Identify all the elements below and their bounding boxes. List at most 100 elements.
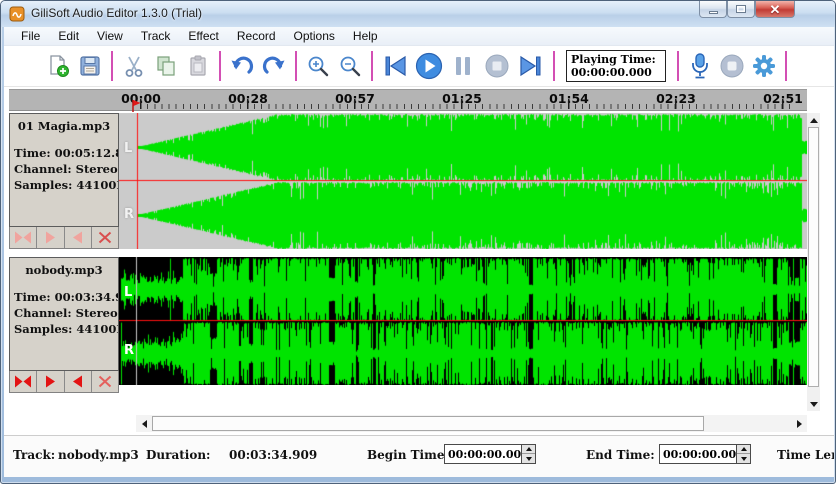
end-time-decrement-button[interactable]: [737, 454, 750, 463]
spinner-down-icon: [526, 457, 532, 461]
settings-button[interactable]: [748, 49, 780, 83]
spinner-up-icon: [741, 447, 747, 451]
save-icon: [78, 54, 102, 78]
arrow-left-icon: [142, 420, 147, 428]
spinner-up-icon: [526, 447, 532, 451]
menu-view[interactable]: View: [88, 27, 132, 46]
track2-left-channel-label: L: [124, 285, 140, 300]
redo-button[interactable]: [258, 49, 290, 83]
menu-bar: File Edit View Track Effect Record Optio…: [4, 27, 834, 46]
left-triangle-icon: [71, 231, 85, 244]
scroll-left-button[interactable]: [136, 415, 152, 432]
track2-buttons: [9, 371, 119, 393]
record-microphone-button[interactable]: [684, 49, 716, 83]
toolbar-separator: [219, 51, 221, 81]
horizontal-scrollbar[interactable]: [136, 415, 807, 432]
track1-back-button[interactable]: [65, 227, 92, 248]
track1-delete-button[interactable]: [92, 227, 118, 248]
menu-record[interactable]: Record: [228, 27, 285, 46]
right-triangle-icon: [43, 231, 57, 244]
paste-button[interactable]: [182, 49, 214, 83]
skip-to-end-button[interactable]: [514, 49, 548, 83]
skip-to-end-icon: [517, 53, 545, 79]
close-button[interactable]: ✕: [755, 1, 795, 18]
zoom-out-button[interactable]: [334, 49, 366, 83]
begin-time-input[interactable]: [445, 445, 521, 463]
undo-button[interactable]: [226, 49, 258, 83]
menu-effect[interactable]: Effect: [179, 27, 227, 46]
toolbar-separator: [553, 51, 555, 81]
pause-button[interactable]: [446, 49, 480, 83]
timeline-ruler[interactable]: 00:00 00:28 00:57 01:25 01:54 02:23 02:5…: [9, 89, 807, 111]
track2-waveform[interactable]: [119, 257, 807, 385]
begin-time-decrement-button[interactable]: [522, 454, 535, 463]
skip-to-start-icon: [381, 53, 409, 79]
arrow-right-icon: [797, 420, 802, 428]
app-icon: [9, 6, 25, 27]
menu-edit[interactable]: Edit: [49, 27, 88, 46]
copy-button[interactable]: [150, 49, 182, 83]
end-time-input[interactable]: [660, 445, 736, 463]
begin-time-increment-button[interactable]: [522, 445, 535, 454]
track1-time-label: Time:: [14, 146, 51, 160]
menu-track[interactable]: Track: [132, 27, 180, 46]
status-track-value: nobody.mp3: [58, 448, 139, 462]
status-bar: Track: nobody.mp3 Duration: 00:03:34.909…: [4, 435, 834, 477]
end-time-increment-button[interactable]: [737, 445, 750, 454]
menu-file[interactable]: File: [12, 27, 49, 46]
vertical-scrollbar[interactable]: [807, 113, 820, 411]
track2-right-channel-label: R: [124, 343, 140, 358]
track2-time-value: 00:03:34.909: [55, 290, 118, 304]
double-triangle-icon: [14, 375, 32, 388]
end-time-label: End Time:: [586, 448, 655, 462]
new-file-button[interactable]: [42, 49, 74, 83]
scroll-up-button[interactable]: [807, 113, 820, 127]
stop-recording-button[interactable]: [716, 49, 748, 83]
track1-bowtie-button[interactable]: [10, 227, 37, 248]
time-length-label: Time Leng: [777, 448, 834, 462]
end-time-spinbox: [659, 444, 751, 464]
track1-time-value: 00:05:12.868: [55, 146, 118, 160]
double-triangle-icon: [14, 231, 32, 244]
track1-panel: 01 Magia.mp3 Time: 00:05:12.868 Channel:…: [9, 113, 119, 249]
menu-options[interactable]: Options: [285, 27, 344, 46]
maximize-button[interactable]: [727, 1, 755, 18]
app-window: GiliSoft Audio Editor 1.3.0 (Trial) ✕ Fi…: [0, 0, 836, 484]
track1-samples-label: Samples:: [14, 178, 72, 192]
track2-back-button[interactable]: [65, 371, 92, 392]
toolbar-separator: [295, 51, 297, 81]
track1-forward-button[interactable]: [37, 227, 64, 248]
menu-help[interactable]: Help: [344, 27, 387, 46]
vertical-scroll-thumb[interactable]: [808, 127, 819, 387]
left-triangle-icon: [71, 375, 85, 388]
minimize-icon: [709, 11, 718, 14]
redo-icon: [261, 53, 287, 79]
delete-x-icon: [97, 375, 113, 388]
cut-button[interactable]: [118, 49, 150, 83]
track2-samples-value: 44100Hz: [76, 322, 118, 336]
track2-bowtie-button[interactable]: [10, 371, 37, 392]
undo-icon: [229, 53, 255, 79]
track2-delete-button[interactable]: [92, 371, 118, 392]
zoom-in-button[interactable]: [302, 49, 334, 83]
skip-to-start-button[interactable]: [378, 49, 412, 83]
scroll-down-button[interactable]: [807, 397, 820, 411]
playing-time-display: Playing Time: 00:00:00.000: [566, 50, 666, 82]
stop-button[interactable]: [480, 49, 514, 83]
scroll-right-button[interactable]: [791, 415, 807, 432]
track1-waveform[interactable]: [119, 113, 807, 249]
title-bar: GiliSoft Audio Editor 1.3.0 (Trial) ✕: [1, 1, 836, 27]
track2-forward-button[interactable]: [37, 371, 64, 392]
track2-name: nobody.mp3: [10, 263, 118, 277]
horizontal-scroll-thumb[interactable]: [152, 416, 704, 431]
minimize-button[interactable]: [699, 1, 727, 18]
toolbar-separator: [677, 51, 679, 81]
track2-panel: nobody.mp3 Time: 00:03:34.909 Channel: S…: [9, 257, 119, 393]
save-button[interactable]: [74, 49, 106, 83]
toolbar: Playing Time: 00:00:00.000: [4, 46, 834, 87]
play-button[interactable]: [412, 49, 446, 83]
track1-channel-label: Channel:: [14, 162, 72, 176]
track1-info: 01 Magia.mp3 Time: 00:05:12.868 Channel:…: [9, 113, 119, 227]
track1-samples-value: 44100Hz: [76, 178, 118, 192]
track2-samples-label: Samples:: [14, 322, 72, 336]
